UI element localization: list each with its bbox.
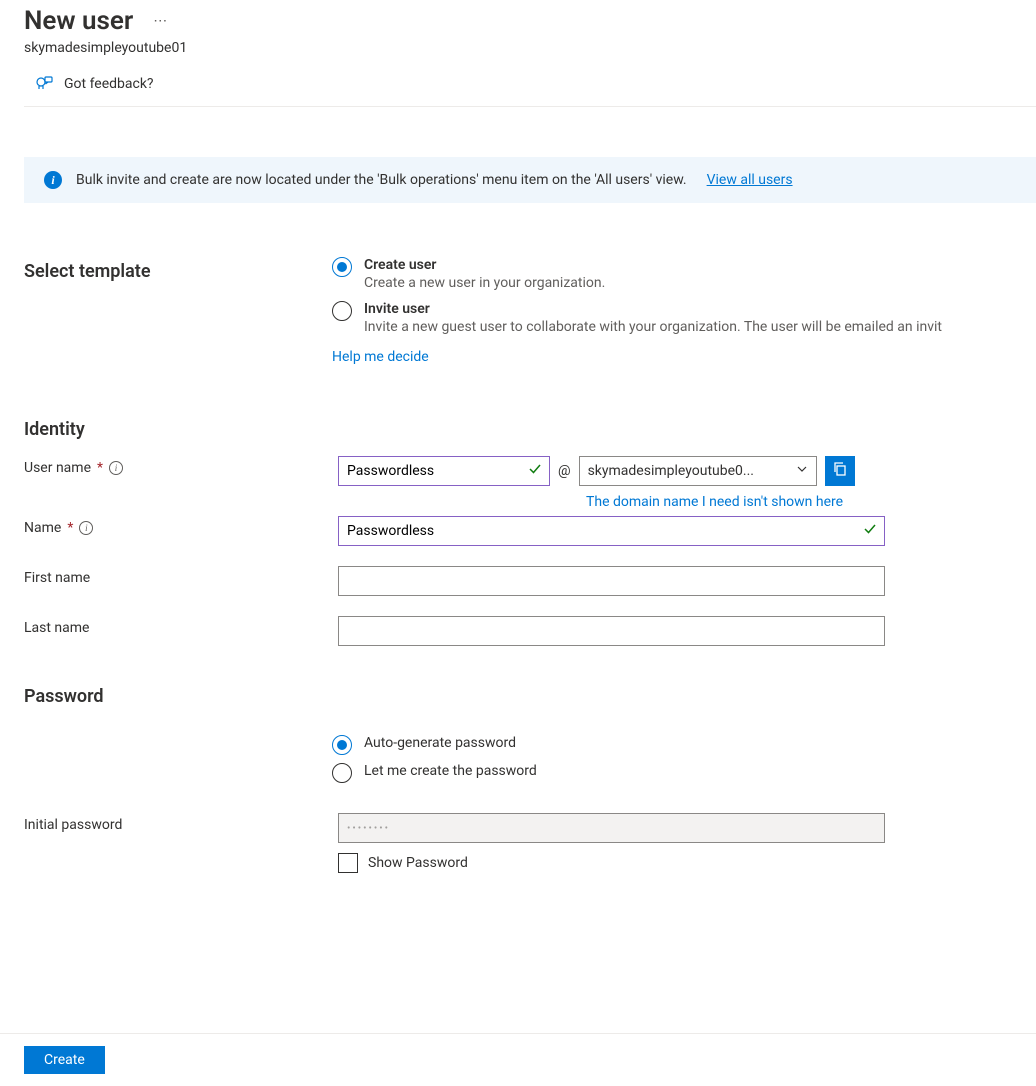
manual-password-label: Let me create the password [364,763,537,779]
select-template-heading: Select template [24,261,332,282]
password-heading: Password [24,686,1036,707]
initial-password-label: Initial password [24,817,122,833]
show-password-checkbox[interactable] [338,853,358,873]
manual-password-radio[interactable] [332,763,352,783]
more-options-button[interactable]: ⋯ [153,13,168,29]
feedback-bar[interactable]: Got feedback? [24,56,1036,107]
name-input[interactable] [338,516,885,546]
domain-not-shown-link[interactable]: The domain name I need isn't shown here [586,494,1036,510]
show-password-label: Show Password [368,855,468,871]
copy-button[interactable] [825,456,855,486]
info-banner-text: Bulk invite and create are now located u… [76,172,687,188]
create-user-radio[interactable] [332,257,352,277]
create-user-radio-desc: Create a new user in your organization. [364,275,605,291]
info-banner: i Bulk invite and create are now located… [24,157,1036,203]
invite-user-radio-desc: Invite a new guest user to collaborate w… [364,319,942,335]
name-label: Name [24,520,61,536]
page-title: New user [24,6,133,36]
create-button[interactable]: Create [24,1046,105,1074]
invite-user-radio[interactable] [332,301,352,321]
last-name-label: Last name [24,620,89,636]
username-input[interactable] [338,456,550,486]
info-tooltip-icon[interactable]: i [109,461,123,475]
view-all-users-link[interactable]: View all users [707,172,793,188]
auto-generate-password-label: Auto-generate password [364,735,516,751]
chevron-down-icon [796,463,808,479]
first-name-input[interactable] [338,566,885,596]
auto-generate-password-radio[interactable] [332,735,352,755]
last-name-input[interactable] [338,616,885,646]
invite-user-radio-label: Invite user [364,301,942,317]
create-user-radio-label: Create user [364,257,605,273]
feedback-icon [34,74,54,94]
help-me-decide-link[interactable]: Help me decide [332,349,429,365]
first-name-label: First name [24,570,90,586]
info-tooltip-icon[interactable]: i [79,521,93,535]
identity-heading: Identity [24,419,1036,440]
required-indicator: * [97,460,103,476]
info-icon: i [44,171,62,189]
tenant-subtitle: skymadesimpleyoutube01 [24,40,1036,56]
at-sign-label: @ [558,463,571,479]
domain-dropdown-value: skymadesimpleyoutube0... [588,463,754,479]
copy-icon [832,461,848,481]
feedback-label: Got feedback? [64,76,154,92]
username-label: User name [24,460,91,476]
required-indicator: * [67,520,73,536]
domain-dropdown[interactable]: skymadesimpleyoutube0... [579,456,817,486]
initial-password-input: •••••••• [338,813,885,843]
